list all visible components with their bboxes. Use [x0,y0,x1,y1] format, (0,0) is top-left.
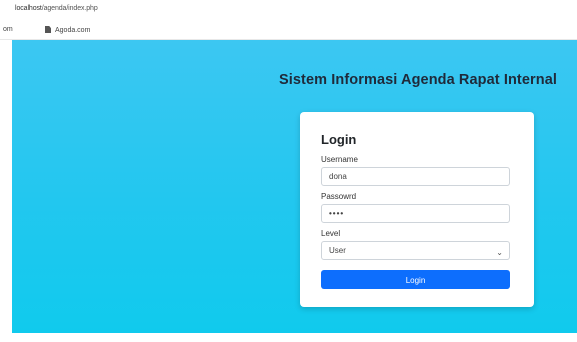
bookmark-item-agoda[interactable]: Agoda.com [45,26,90,34]
url-text[interactable]: localhost/agenda/index.php [15,5,98,12]
file-icon [45,26,51,33]
level-select[interactable]: User ⌄ [321,241,510,260]
login-card: Login Username dona Passowrd •••• Level … [300,112,534,307]
address-bar[interactable]: localhost/agenda/index.php [0,0,577,23]
username-label: Username [321,155,358,164]
password-input[interactable]: •••• [321,204,510,223]
bookmarks-bar: om Agoda.com [0,22,577,40]
chevron-down-icon: ⌄ [496,248,503,257]
bookmark-item-om[interactable]: om [3,26,13,33]
page-title: Sistem Informasi Agenda Rapat Internal [278,72,557,88]
level-selected-value: User [329,246,346,255]
url-host: localhost [15,5,42,12]
password-label: Passowrd [321,192,357,201]
bookmark-label: Agoda.com [55,27,91,34]
username-input[interactable]: dona [321,167,510,186]
login-button[interactable]: Login [321,270,510,289]
url-path: /agenda/index.php [41,5,98,12]
hero-section: Sistem Informasi Agenda Rapat Internal L… [12,40,577,333]
login-heading: Login [321,132,357,147]
page-viewport: Sistem Informasi Agenda Rapat Internal L… [12,40,577,342]
level-label: Level [321,229,341,238]
